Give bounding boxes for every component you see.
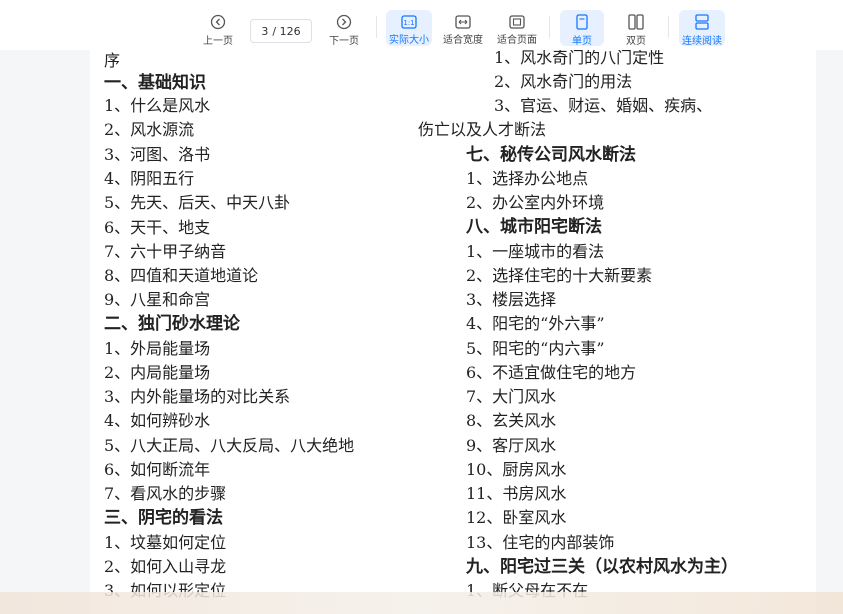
toc-line: 11、书房风水 <box>466 484 567 503</box>
toc-line: 1、外局能量场 <box>104 339 211 358</box>
toc-line: 3、河图、洛书 <box>104 145 211 164</box>
toc-line: 2、办公室内外环境 <box>466 193 605 212</box>
toc-line: 1、坟墓如何定位 <box>104 533 227 552</box>
current-page: 3 <box>261 24 269 38</box>
toc-line: 4、阳宅的“外六事” <box>466 314 605 333</box>
toc-line: 5、阳宅的“内六事” <box>466 339 605 358</box>
toc-line: 9、八星和命宫 <box>104 290 211 309</box>
toc-line: 8、玄关风水 <box>466 411 557 430</box>
toc-line: 4、如何辨砂水 <box>104 411 211 430</box>
prev-page-button[interactable]: 上一页 <box>196 10 240 47</box>
toc-heading: 二、独门砂水理论 <box>104 314 240 334</box>
toc-line: 4、阴阳五行 <box>104 169 195 188</box>
toc-line: 6、天干、地支 <box>104 218 211 237</box>
toc-heading: 七、秘传公司风水断法 <box>466 145 636 165</box>
toc-line: 1、一座城市的看法 <box>466 242 605 261</box>
fit-width-button[interactable]: 适合宽度 <box>441 10 485 46</box>
double-page-icon <box>627 14 645 30</box>
toc-line: 5、八大正局、八大反局、八大绝地 <box>104 436 355 455</box>
toc-line: 序 <box>104 51 121 70</box>
toc-line: 1、什么是风水 <box>104 96 211 115</box>
double-page-label: 双页 <box>626 36 646 47</box>
fit-page-label: 适合页面 <box>497 35 537 46</box>
toc-heading: 八、城市阳宅断法 <box>466 217 602 237</box>
single-page-label: 单页 <box>572 36 592 47</box>
toolbar-divider <box>668 16 669 38</box>
toc-line: 5、先天、后天、中天八卦 <box>104 193 291 212</box>
toc-line: 10、厨房风水 <box>466 460 567 479</box>
viewer-toolbar: 上一页 3 / 126 下一页 1:1 实际大小 适合宽度 适合页面 单页 双页… <box>0 0 843 50</box>
toolbar-divider <box>549 16 550 38</box>
toc-line: 7、六十甲子纳音 <box>104 242 227 261</box>
actual-size-label: 实际大小 <box>389 35 429 46</box>
toc-line: 12、卧室风水 <box>466 508 567 527</box>
document-page: 序 一、基础知识 1、什么是风水 2、风水源流 3、河图、洛书 4、阴阳五行 5… <box>90 50 816 614</box>
toc-line: 7、看风水的步骤 <box>104 484 227 503</box>
toc-line: 8、四值和天道地道论 <box>104 266 259 285</box>
toc-line: 2、风水奇门的用法 <box>494 72 633 91</box>
toc-heading: 九、阳宅过三关（以农村风水为主） <box>466 557 738 577</box>
page-number-input[interactable]: 3 / 126 <box>250 19 312 43</box>
single-page-icon <box>573 14 591 30</box>
fit-page-button[interactable]: 适合页面 <box>495 10 539 46</box>
toc-line: 3、楼层选择 <box>466 290 557 309</box>
toolbar-divider <box>376 16 377 38</box>
fit-width-label: 适合宽度 <box>443 35 483 46</box>
double-page-button[interactable]: 双页 <box>614 10 658 47</box>
toc-line: 1、风水奇门的八门定性 <box>494 50 665 67</box>
toc-line: 2、风水源流 <box>104 120 195 139</box>
toc-line: 6、不适宜做住宅的地方 <box>466 363 637 382</box>
toc-line: 13、住宅的内部装饰 <box>466 533 615 552</box>
toc-line: 6、如何断流年 <box>104 460 211 479</box>
prev-page-label: 上一页 <box>203 36 233 47</box>
toc-line: 2、内局能量场 <box>104 363 211 382</box>
bottom-status-strip <box>0 592 843 614</box>
toc-line: 2、选择住宅的十大新要素 <box>466 266 653 285</box>
total-pages: / 126 <box>272 24 301 38</box>
toc-line: 3、内外能量场的对比关系 <box>104 387 291 406</box>
fit-page-icon <box>508 14 526 29</box>
actual-size-button[interactable]: 1:1 实际大小 <box>386 10 432 46</box>
toc-line: 3、官运、财运、婚姻、疾病、 <box>494 96 713 115</box>
continuous-reading-label: 连续阅读 <box>682 36 722 47</box>
continuous-reading-button[interactable]: 连续阅读 <box>679 10 725 47</box>
next-page-label: 下一页 <box>329 36 359 47</box>
arrow-right-circle-icon <box>335 14 353 30</box>
toc-line: 9、客厅风水 <box>466 436 557 455</box>
svg-text:1:1: 1:1 <box>403 19 414 27</box>
toc-line: 1、选择办公地点 <box>466 169 589 188</box>
arrow-left-circle-icon <box>209 14 227 30</box>
toc-line: 7、大门风水 <box>466 387 557 406</box>
toc-line: 伤亡以及人才断法 <box>418 120 547 139</box>
toc-heading: 三、阴宅的看法 <box>104 508 223 528</box>
continuous-scroll-icon <box>693 14 711 30</box>
next-page-button[interactable]: 下一页 <box>322 10 366 47</box>
toc-line: 2、如何入山寻龙 <box>104 557 227 576</box>
actual-size-icon: 1:1 <box>400 14 418 29</box>
toc-heading: 一、基础知识 <box>104 73 206 93</box>
fit-width-icon <box>454 14 472 29</box>
single-page-button[interactable]: 单页 <box>560 10 604 47</box>
